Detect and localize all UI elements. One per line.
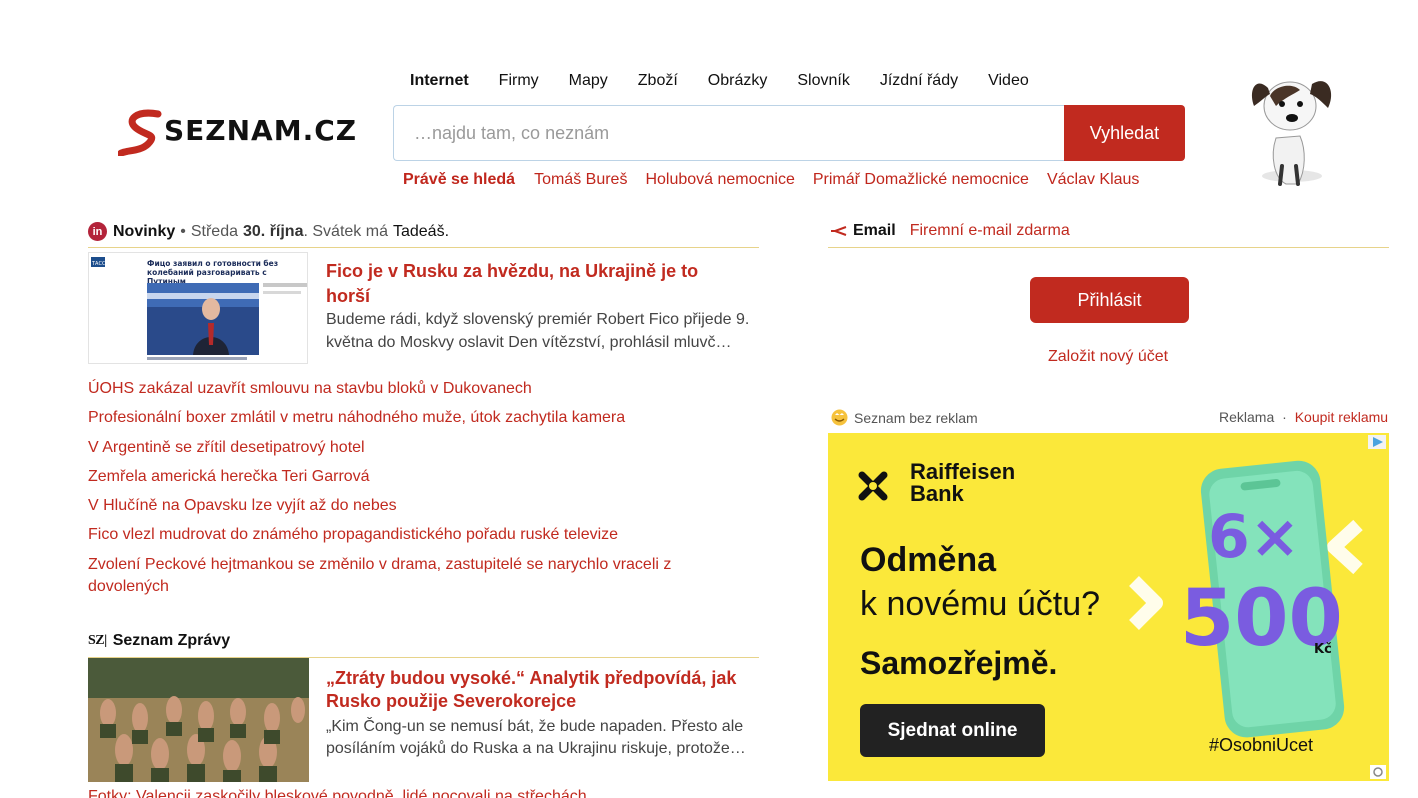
news-headline[interactable]: Zemřela americká herečka Teri Garrová: [88, 466, 688, 488]
ad-label: Reklama: [1219, 409, 1275, 425]
buy-ad-link[interactable]: Koupit reklamu: [1295, 409, 1388, 425]
bank-name-line1: Raiffeisen: [910, 459, 1016, 484]
tab-zbozi[interactable]: Zboží: [638, 72, 678, 90]
novinky-logo-icon[interactable]: in: [88, 222, 107, 241]
tab-video[interactable]: Video: [988, 72, 1029, 90]
login-button[interactable]: Přihlásit: [1030, 277, 1189, 323]
news-headline[interactable]: Fotky: Valencii zaskočily bleskové povod…: [88, 788, 587, 798]
ad-cta-button[interactable]: Sjednat online: [860, 704, 1045, 757]
search-button[interactable]: Vyhledat: [1064, 105, 1185, 161]
seznam-zpravy-logo-icon[interactable]: SZ|: [88, 633, 107, 649]
date-day: Středa: [190, 222, 238, 240]
news-headline[interactable]: V Argentině se zřítil desetipatrový hote…: [88, 437, 688, 459]
ad-tagline: Samozřejmě.: [860, 645, 1058, 681]
search-tabs: Internet Firmy Mapy Zboží Obrázky Slovní…: [410, 72, 1059, 90]
nameday-period: .: [444, 222, 450, 240]
search-form: Vyhledat: [393, 105, 1185, 161]
novinky-header: in Novinky • Středa 30. října . Svátek m…: [88, 222, 449, 241]
tab-slovnik[interactable]: Slovník: [797, 72, 849, 90]
lead-article-image[interactable]: ТАСС Фицо заявил о готовности без колеба…: [88, 252, 308, 364]
nameday-prefix: . Svátek má: [303, 222, 388, 240]
trending-link[interactable]: Primář Domažlické nemocnice: [813, 171, 1029, 189]
no-ads-label: Seznam bez reklam: [854, 409, 978, 426]
tab-obrazky[interactable]: Obrázky: [708, 72, 768, 90]
trending-searches: Právě se hledá Tomáš Bureš Holubová nemo…: [403, 171, 1157, 189]
tab-internet[interactable]: Internet: [410, 72, 469, 90]
seznam-logo[interactable]: SEZNAM.CZ: [118, 104, 368, 156]
ad-banner[interactable]: 6× 500 Kč Raiffeisen Bank Odměna k novém…: [828, 433, 1389, 781]
ad-hashtag: #OsobniUcet: [1209, 735, 1314, 755]
news-headline[interactable]: Profesionální boxer zmlátil v metru náho…: [88, 407, 688, 429]
smiley-crown-icon: [831, 409, 848, 426]
news-headline[interactable]: Fico vlezl mudrovat do známého propagand…: [88, 524, 688, 546]
promo-currency: Kč: [1314, 642, 1332, 657]
bank-name: Raiffeisen Bank: [910, 461, 1015, 505]
trending-link[interactable]: Holubová nemocnice: [645, 171, 794, 189]
news-headline[interactable]: ÚOHS zakázal uzavřít smlouvu na stavbu b…: [88, 378, 688, 400]
ad-meta: Reklama · Koupit reklamu: [1219, 409, 1388, 425]
ad-headline: Odměna: [860, 541, 997, 579]
nameday-name: Tadeáš: [392, 222, 445, 240]
thumb-source: ТАСС: [91, 261, 106, 267]
news-headline[interactable]: V Hlučíně na Opavsku lze vyjít až do neb…: [88, 495, 688, 517]
no-ads-promo[interactable]: Seznam bez reklam: [831, 409, 978, 426]
trending-link[interactable]: Tomáš Bureš: [534, 171, 627, 189]
date-value: 30. října: [243, 222, 304, 240]
news-headlines-list: ÚOHS zakázal uzavřít smlouvu na stavbu b…: [88, 378, 688, 605]
dog-mascot-icon[interactable]: [1240, 66, 1340, 196]
bank-name-line2: Bank: [910, 481, 964, 506]
tab-mapy[interactable]: Mapy: [569, 72, 608, 90]
trending-label: Právě se hledá: [403, 171, 516, 188]
seznam-zpravy-brand[interactable]: Seznam Zprávy: [113, 632, 230, 650]
news-headline[interactable]: Zvolení Peckové hejtmankou se změnilo v …: [88, 554, 678, 598]
sz-article-title[interactable]: „Ztráty budou vysoké.“ Analytik předpoví…: [326, 667, 756, 713]
search-input[interactable]: [393, 105, 1064, 161]
thumb-caption: Фицо заявил о готовности без колебаний р…: [147, 259, 279, 283]
section-divider: [828, 247, 1389, 248]
sz-article-perex[interactable]: „Kim Čong-un se nemusí bát, že bude napa…: [326, 716, 760, 760]
tab-jizdni-rady[interactable]: Jízdní řády: [880, 72, 958, 90]
sz-article-image[interactable]: [88, 658, 309, 782]
create-account-link[interactable]: Založit nový účet: [1048, 348, 1168, 366]
lead-article-title[interactable]: Fico je v Rusku za hvězdu, na Ukrajině j…: [326, 259, 746, 309]
raiffeisen-logo-icon: [858, 471, 888, 501]
separator-dot-icon: •: [180, 222, 186, 240]
trending-link[interactable]: Václav Klaus: [1047, 171, 1140, 189]
section-divider: [88, 247, 759, 248]
email-promo-link[interactable]: Firemní e-mail zdarma: [910, 222, 1070, 240]
promo-multiplier: 6×: [1208, 502, 1300, 572]
logo-text: SEZNAM.CZ: [164, 114, 357, 147]
seznam-zpravy-header: SZ| Seznam Zprávy: [88, 632, 230, 650]
novinky-brand[interactable]: Novinky: [113, 223, 175, 241]
lead-article-perex[interactable]: Budeme rádi, když slovenský premiér Robe…: [326, 308, 760, 354]
tab-firmy[interactable]: Firmy: [499, 72, 539, 90]
ad-subheadline: k novému účtu?: [860, 585, 1101, 623]
ad-separator: ·: [1282, 409, 1287, 425]
email-label[interactable]: Email: [853, 222, 896, 240]
email-icon: [831, 226, 847, 236]
email-header: Email Firemní e-mail zdarma: [831, 222, 1070, 240]
